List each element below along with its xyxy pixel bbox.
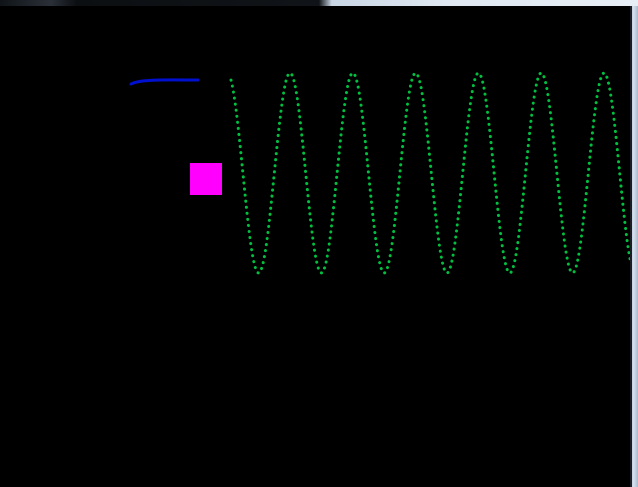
scene-graphics bbox=[129, 71, 630, 275]
sine-wave bbox=[229, 71, 630, 275]
app-window bbox=[0, 0, 638, 487]
window-frame-border bbox=[630, 6, 632, 487]
magenta-square[interactable] bbox=[190, 163, 222, 195]
game-canvas[interactable] bbox=[0, 6, 630, 487]
blue-paddle bbox=[129, 78, 200, 86]
